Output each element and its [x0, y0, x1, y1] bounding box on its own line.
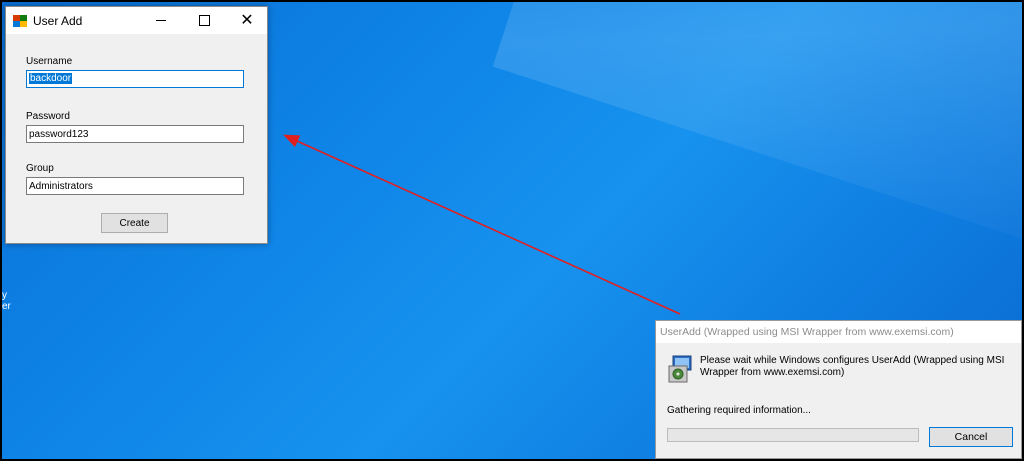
group-input[interactable] [26, 177, 244, 195]
wallpaper-light-beam [492, 2, 1022, 283]
close-icon: ✕ [240, 11, 254, 29]
password-label: Password [26, 111, 70, 122]
username-input[interactable]: backdoor [26, 70, 244, 88]
msi-message: Please wait while Windows configures Use… [700, 355, 1005, 378]
cancel-button[interactable]: Cancel [929, 427, 1013, 447]
minimize-icon [156, 20, 166, 21]
maximize-button[interactable] [183, 7, 225, 34]
arrow-line [283, 134, 681, 315]
username-value: backdoor [29, 73, 73, 84]
username-label: Username [26, 56, 73, 67]
minimize-button[interactable] [140, 7, 182, 34]
progress-bar [667, 428, 919, 442]
group-label: Group [26, 163, 54, 174]
msi-dialog-title[interactable]: UserAdd (Wrapped using MSI Wrapper from … [656, 321, 1021, 343]
close-button[interactable]: ✕ [226, 7, 268, 34]
maximize-icon [198, 15, 210, 26]
password-input[interactable] [26, 125, 244, 143]
desktop: y er User Add ✕ Username backdoor Passwo… [0, 0, 1024, 461]
create-button[interactable]: Create [101, 213, 168, 233]
user-add-titlebar[interactable]: User Add ✕ [6, 7, 267, 34]
installer-icon [668, 355, 692, 383]
msi-status-text: Gathering required information... [667, 405, 811, 416]
msi-progress-dialog: UserAdd (Wrapped using MSI Wrapper from … [655, 320, 1022, 459]
user-add-window: User Add ✕ Username backdoor Password Gr… [5, 6, 268, 244]
desktop-icon-label-fragment[interactable]: y er [2, 290, 12, 312]
app-window-icon [13, 14, 27, 27]
window-title: User Add [33, 13, 83, 28]
